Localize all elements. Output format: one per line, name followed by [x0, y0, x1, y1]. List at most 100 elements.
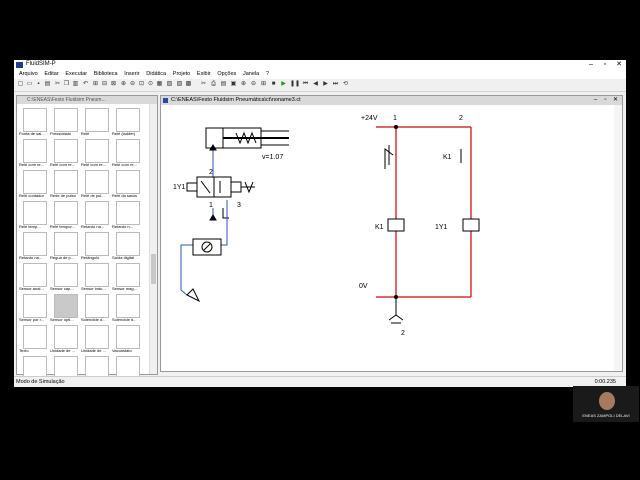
library-item-label: Relé de pul...: [81, 193, 105, 198]
library-item[interactable]: Sensor mag...: [112, 263, 142, 293]
circuit-minimize-button[interactable]: –: [591, 97, 600, 104]
check-circuit-icon[interactable]: ▤: [220, 81, 227, 88]
library-item[interactable]: Ponta de sai...: [19, 108, 49, 138]
cut-icon[interactable]: ✂: [54, 81, 61, 88]
menu-janela[interactable]: Janela: [243, 70, 259, 79]
info-icon[interactable]: ▩: [185, 81, 192, 88]
library-item[interactable]: Relé de pul...: [81, 170, 111, 200]
k1-contact-1[interactable]: [384, 145, 394, 169]
print-toolbar-icon[interactable]: ⎙: [210, 81, 217, 88]
library-item[interactable]: Pressostato: [50, 108, 80, 138]
rewind-icon[interactable]: ⏮: [302, 81, 309, 88]
zoom-select-icon[interactable]: ⊙: [147, 81, 154, 88]
circuit-maximize-button[interactable]: ▫: [601, 97, 610, 104]
pneumatic-cylinder[interactable]: [205, 127, 289, 149]
solenoid-coil-1y1[interactable]: [462, 218, 480, 232]
menu-projeto[interactable]: Projeto: [173, 70, 190, 79]
library-item-label: Sensor anal...: [19, 286, 44, 291]
cut-toolbar-icon[interactable]: ✂: [200, 81, 207, 88]
library-item[interactable]: Unidade de ...: [81, 325, 111, 355]
library-item[interactable]: Retardo na...: [81, 201, 111, 231]
menu-executar[interactable]: Executar: [65, 70, 87, 79]
library-item[interactable]: Relé temp...: [19, 201, 49, 231]
status-bar: Modo de Simulação 0:00.235: [14, 376, 626, 387]
library-item[interactable]: Relé (ladder): [112, 108, 142, 138]
component-icon[interactable]: ▨: [176, 81, 183, 88]
library-item[interactable]: Solenóide d...: [81, 294, 111, 324]
library-item[interactable]: Retardo n...: [112, 201, 142, 231]
library-item[interactable]: Retângulo: [81, 232, 111, 262]
close-button[interactable]: ✕: [612, 60, 626, 70]
library-item-label: Sensor cap...: [50, 286, 74, 291]
library-item[interactable]: Texto: [19, 325, 49, 355]
zoom-in-icon[interactable]: ⊕: [240, 81, 247, 88]
align-icon[interactable]: ⊞: [92, 81, 99, 88]
copy-icon[interactable]: ❐: [63, 81, 70, 88]
library-item[interactable]: Relé da saída: [112, 170, 142, 200]
solenoid-icon: [85, 294, 109, 318]
menu-biblioteca[interactable]: Biblioteca: [94, 70, 118, 79]
maximize-button[interactable]: ▫: [598, 60, 612, 70]
check-icon[interactable]: ▦: [156, 81, 163, 88]
library-item[interactable]: Relé com re...: [112, 139, 142, 169]
undo-icon[interactable]: ↶: [82, 81, 89, 88]
solenoid-valve[interactable]: [186, 176, 255, 198]
pause-icon[interactable]: ❚❚: [290, 81, 300, 88]
menu-didatica[interactable]: Didática: [146, 70, 166, 79]
arrange-icon[interactable]: ⊠: [110, 81, 117, 88]
fast-forward-icon[interactable]: ⏭: [332, 81, 339, 88]
library-scroll-thumb[interactable]: [151, 254, 156, 284]
zoom-out-icon[interactable]: ⊖: [129, 81, 136, 88]
library-item[interactable]: Relé tempor...: [50, 201, 80, 231]
menu-editar[interactable]: Editar: [44, 70, 58, 79]
menu-exibir[interactable]: Exibir: [197, 70, 211, 79]
circuit-scrollbar[interactable]: [614, 105, 622, 371]
menu-opcoes[interactable]: Opções: [217, 70, 236, 79]
zoom-out-toolbar-icon[interactable]: ⊖: [250, 81, 257, 88]
relay-coil-k1[interactable]: [387, 218, 405, 232]
paste-icon[interactable]: ▥: [72, 81, 79, 88]
circuit-close-button[interactable]: ✕: [611, 97, 620, 104]
library-item-label: Relé tempor...: [50, 224, 75, 229]
push-button-contact[interactable]: [388, 297, 404, 324]
library-item[interactable]: Relé contador: [19, 170, 49, 200]
library-item[interactable]: Rede de pulso: [50, 170, 80, 200]
stop-icon[interactable]: ■: [270, 81, 277, 88]
library-item[interactable]: Retardo na...: [19, 232, 49, 262]
library-item[interactable]: Vacuostato: [112, 325, 142, 355]
properties-icon[interactable]: ▧: [166, 81, 173, 88]
circuit-canvas[interactable]: v=1.07 1Y1 2 1 3 +24V 1 2 K1 K1 1Y1 0V 2: [161, 105, 613, 371]
bag-icon[interactable]: ▣: [230, 81, 237, 88]
library-item[interactable]: Relé: [81, 108, 111, 138]
library-item[interactable]: Relé com re...: [50, 139, 80, 169]
library-item[interactable]: Solenóide d...: [112, 294, 142, 324]
library-item[interactable]: Sensor ópti...: [50, 294, 80, 324]
step-back-icon[interactable]: ◀: [312, 81, 319, 88]
library-item[interactable]: Saída digital: [112, 232, 142, 262]
open-file-icon[interactable]: ▭: [26, 81, 33, 88]
library-item[interactable]: Sensor cap...: [50, 263, 80, 293]
new-file-icon[interactable]: ▢: [17, 81, 24, 88]
minimize-button[interactable]: –: [584, 60, 598, 70]
library-item[interactable]: Sensor por r...: [19, 294, 49, 324]
library-item[interactable]: Sensor indu...: [81, 263, 111, 293]
play-icon[interactable]: ▶: [280, 81, 287, 88]
save-icon[interactable]: ▪: [35, 81, 42, 88]
menu-arquivo[interactable]: Arquivo: [19, 70, 38, 79]
menu-help[interactable]: ?: [266, 70, 269, 79]
library-scrollbar[interactable]: [149, 104, 157, 374]
service-unit[interactable]: [186, 144, 222, 303]
library-item[interactable]: Sensor anal...: [19, 263, 49, 293]
step-forward-icon[interactable]: ▶: [322, 81, 329, 88]
library-item[interactable]: Unidade de ...: [50, 325, 80, 355]
library-item[interactable]: Relé com re...: [19, 139, 49, 169]
library-item[interactable]: Régua de p...: [50, 232, 80, 262]
library-item[interactable]: Relé com re...: [81, 139, 111, 169]
grid-icon[interactable]: ⊟: [101, 81, 108, 88]
zoom-icon[interactable]: ⊕: [120, 81, 127, 88]
fit-icon[interactable]: ⊡: [138, 81, 145, 88]
print-icon[interactable]: ▤: [44, 81, 51, 88]
zoom-fit-icon[interactable]: ⊞: [260, 81, 267, 88]
menu-inserir[interactable]: Inserir: [124, 70, 139, 79]
loop-icon[interactable]: ⟲: [342, 81, 349, 88]
